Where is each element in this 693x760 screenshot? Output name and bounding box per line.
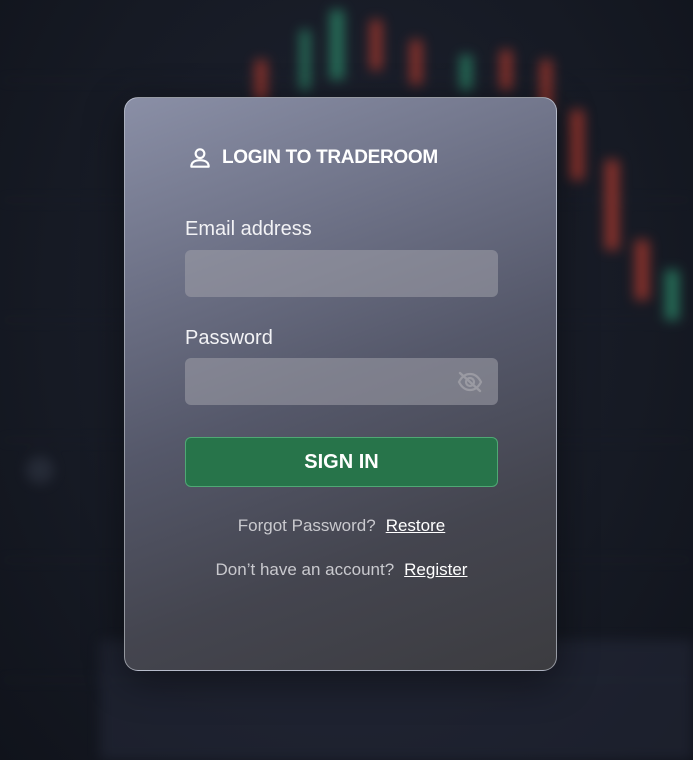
user-icon <box>190 148 210 168</box>
register-row: Don’t have an account? Register <box>125 560 558 580</box>
forgot-password-row: Forgot Password? Restore <box>125 516 558 536</box>
password-label: Password <box>185 327 273 349</box>
eye-off-icon[interactable] <box>457 371 483 393</box>
page-title: LOGIN TO TRADEROOM <box>222 147 438 168</box>
email-field[interactable] <box>185 250 498 297</box>
forgot-password-text: Forgot Password? <box>237 516 376 535</box>
restore-link[interactable]: Restore <box>386 516 446 535</box>
login-header: LOGIN TO TRADEROOM <box>187 144 438 172</box>
login-card: LOGIN TO TRADEROOM Email address Passwor… <box>124 97 557 671</box>
password-field[interactable] <box>185 358 498 405</box>
register-link[interactable]: Register <box>404 560 467 579</box>
no-account-text: Don’t have an account? <box>215 560 395 579</box>
email-label: Email address <box>185 218 312 240</box>
sign-in-button[interactable]: SIGN IN <box>185 437 498 487</box>
